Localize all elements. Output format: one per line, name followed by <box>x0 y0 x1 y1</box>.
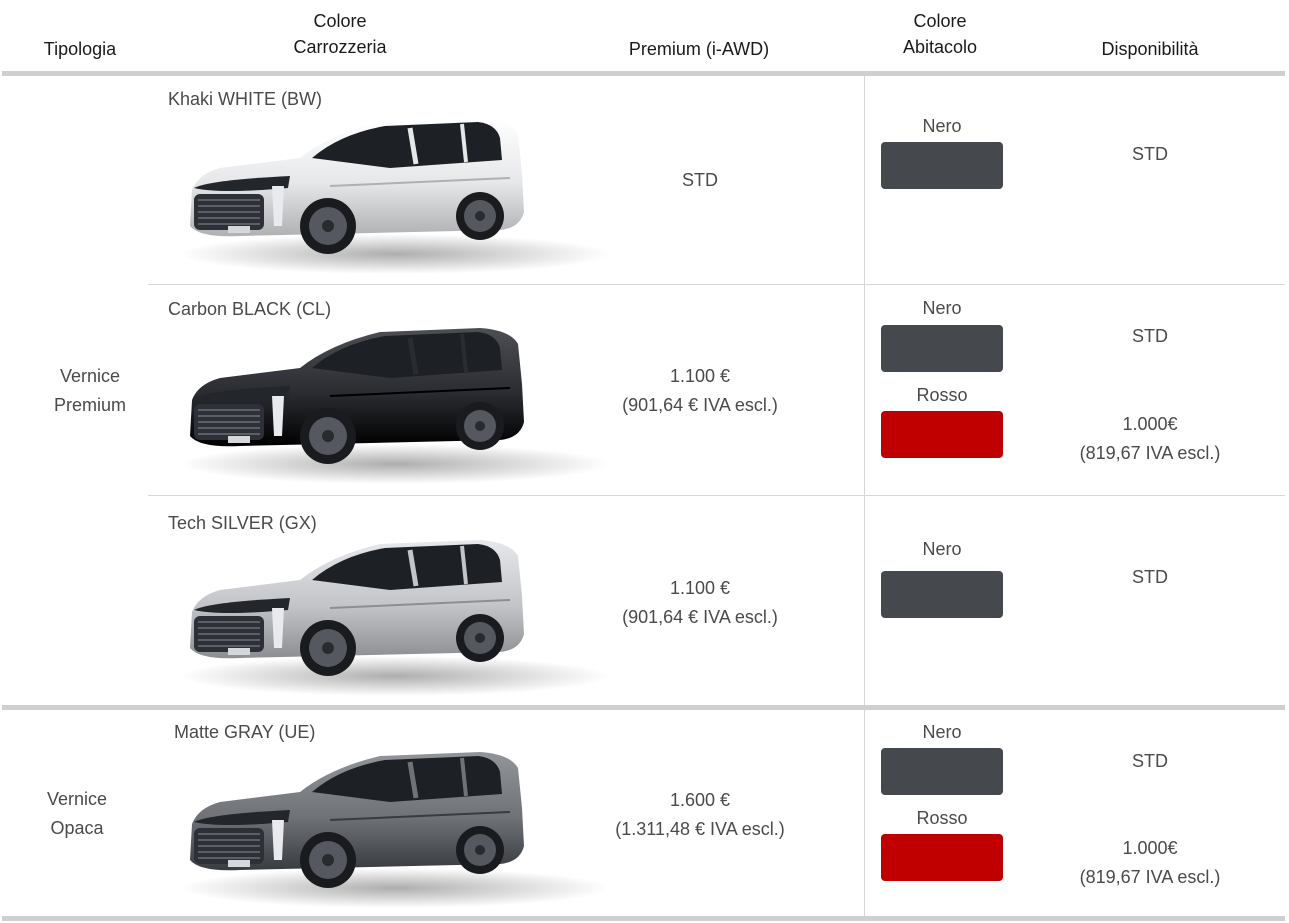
availability-line1: STD <box>1132 144 1168 164</box>
car-image-tech-silver <box>180 540 610 696</box>
availability-line1: 1.000€ <box>1122 838 1178 858</box>
group-label-line2: Premium <box>53 395 126 415</box>
price-cell: STD <box>590 166 810 195</box>
group-label-opaca: Vernice Opaca <box>7 785 147 843</box>
price-line1: 1.100 € <box>669 578 731 598</box>
interior-label: Rosso <box>916 808 968 828</box>
group-divider <box>2 705 1285 710</box>
row-divider <box>148 284 1285 285</box>
color-name: Matte GRAY (UE) <box>174 722 316 742</box>
header-divider <box>2 71 1285 76</box>
availability-cell: 1.000€ (819,67 IVA escl.) <box>1050 834 1250 892</box>
header-colore-carrozzeria: Colore Carrozzeria <box>250 8 430 60</box>
table-bottom-border <box>2 916 1285 921</box>
interior-label: Rosso <box>916 385 968 405</box>
price-line1: 1.600 € <box>669 790 731 810</box>
interior-label: Nero <box>922 116 962 136</box>
header-tipologia-label: Tipologia <box>43 39 117 59</box>
header-colore-carrozzeria-line1: Colore <box>313 11 367 31</box>
availability-cell: 1.000€ (819,67 IVA escl.) <box>1050 410 1250 468</box>
price-cell: 1.600 € (1.311,48 € IVA escl.) <box>590 786 810 844</box>
availability-line1: STD <box>1132 751 1168 771</box>
availability-cell: STD <box>1070 747 1230 776</box>
price-line2: (1.311,48 € IVA escl.) <box>615 819 785 839</box>
availability-line1: STD <box>1132 567 1168 587</box>
header-colore-carrozzeria-line2: Carrozzeria <box>293 37 387 57</box>
interior-swatch-nero <box>881 325 1003 372</box>
header-premium-label: Premium (i-AWD) <box>628 39 770 59</box>
header-premium: Premium (i-AWD) <box>594 36 804 62</box>
group-label-premium: Vernice Premium <box>20 362 160 420</box>
header-colore-abitacolo-line1: Colore <box>913 11 967 31</box>
interior-swatch-nero <box>881 142 1003 189</box>
group-label-line1: Vernice <box>59 366 121 386</box>
interior-swatch-nero <box>881 748 1003 795</box>
column-divider <box>864 76 865 705</box>
price-line2: (901,64 € IVA escl.) <box>622 607 778 627</box>
interior-swatch-rosso <box>881 411 1003 458</box>
car-image-matte-gray <box>180 752 610 908</box>
interior-swatch-nero <box>881 571 1003 618</box>
column-divider <box>864 710 865 916</box>
price-cell: 1.100 € (901,64 € IVA escl.) <box>590 362 810 420</box>
header-colore-abitacolo: Colore Abitacolo <box>865 8 1015 60</box>
car-image-khaki-white <box>180 118 610 274</box>
header-disponibilita: Disponibilità <box>1070 36 1230 62</box>
price-line1: 1.100 € <box>669 366 731 386</box>
availability-line2: (819,67 IVA escl.) <box>1079 443 1221 463</box>
interior-label: Nero <box>922 539 962 559</box>
availability-line1: STD <box>1132 326 1168 346</box>
group-label-line1: Vernice <box>46 789 108 809</box>
availability-cell: STD <box>1070 140 1230 169</box>
color-name: Carbon BLACK (CL) <box>168 299 332 319</box>
car-image-carbon-black <box>180 328 610 484</box>
header-tipologia: Tipologia <box>20 36 140 62</box>
row-divider <box>148 495 1285 496</box>
price-line1: STD <box>682 170 718 190</box>
availability-line1: 1.000€ <box>1122 414 1178 434</box>
availability-cell: STD <box>1070 563 1230 592</box>
color-name: Khaki WHITE (BW) <box>168 89 323 109</box>
price-cell: 1.100 € (901,64 € IVA escl.) <box>590 574 810 632</box>
interior-label: Nero <box>922 722 962 742</box>
availability-cell: STD <box>1070 322 1230 351</box>
interior-label: Nero <box>922 298 962 318</box>
header-colore-abitacolo-line2: Abitacolo <box>902 37 978 57</box>
interior-swatch-rosso <box>881 834 1003 881</box>
price-line2: (901,64 € IVA escl.) <box>622 395 778 415</box>
group-label-line2: Opaca <box>50 818 104 838</box>
availability-line2: (819,67 IVA escl.) <box>1079 867 1221 887</box>
header-disponibilita-label: Disponibilità <box>1101 39 1199 59</box>
